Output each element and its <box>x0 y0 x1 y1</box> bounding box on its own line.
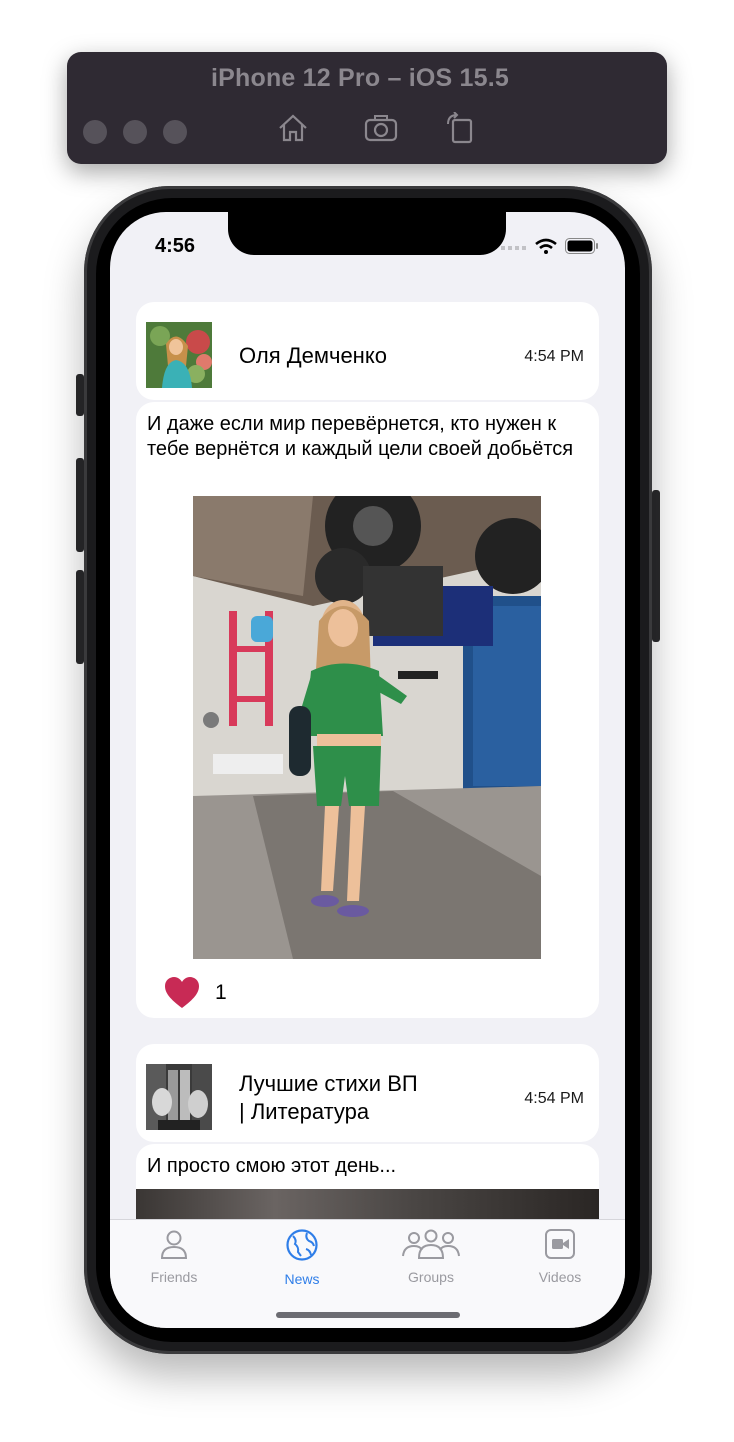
close-window-button[interactable] <box>83 120 107 144</box>
tab-label: Groups <box>408 1269 454 1285</box>
zoom-window-button[interactable] <box>163 120 187 144</box>
post-text: И даже если мир перевёрнется, кто нужен … <box>147 413 574 460</box>
video-icon <box>545 1229 575 1259</box>
silent-switch <box>76 374 84 416</box>
globe-icon <box>286 1229 318 1261</box>
post-time: 4:54 PM <box>524 1090 584 1107</box>
notch <box>228 212 506 255</box>
tab-bar: Friends News Groups Videos <box>110 1219 625 1328</box>
tab-label: Videos <box>538 1269 582 1285</box>
person-icon <box>160 1230 188 1259</box>
simulator-title: iPhone 12 Pro – iOS 15.5 <box>211 64 509 92</box>
heart-like-icon[interactable] <box>164 976 200 1010</box>
tab-news[interactable]: News <box>252 1228 352 1287</box>
volume-down-button <box>76 570 84 664</box>
author-avatar[interactable] <box>146 322 212 388</box>
groups-icon <box>402 1229 460 1259</box>
post-time: 4:54 PM <box>524 348 584 365</box>
post-text: И просто смою этот день... <box>147 1155 397 1177</box>
tab-label: News <box>284 1271 320 1287</box>
power-button <box>652 490 660 642</box>
tab-groups[interactable]: Groups <box>381 1228 481 1285</box>
post-photo[interactable] <box>193 496 541 959</box>
rotate-device-icon[interactable] <box>444 112 478 144</box>
screenshot-camera-icon[interactable] <box>364 112 398 144</box>
author-name[interactable]: Лучшие стихи ВП | Литература <box>239 1070 418 1126</box>
cellular-signal-icon <box>501 246 526 250</box>
home-indicator[interactable] <box>276 1312 460 1318</box>
battery-icon <box>565 238 598 254</box>
like-count: 1 <box>215 981 227 1004</box>
volume-up-button <box>76 458 84 552</box>
status-time: 4:56 <box>155 235 196 257</box>
post-header[interactable]: Лучшие стихи ВП | Литература 4:54 PM <box>136 1044 599 1142</box>
wifi-icon <box>535 238 557 254</box>
home-icon[interactable] <box>276 112 310 144</box>
tab-videos[interactable]: Videos <box>510 1228 610 1285</box>
status-indicators <box>501 238 599 254</box>
minimize-window-button[interactable] <box>123 120 147 144</box>
phone-screen: 4:56 Оля Демченко 4:54 PM И даже если ми… <box>110 212 625 1328</box>
post-body: И даже если мир перевёрнется, кто нужен … <box>136 402 599 1018</box>
post-header[interactable]: Оля Демченко 4:54 PM <box>136 302 599 400</box>
tab-label: Friends <box>150 1269 198 1285</box>
tab-friends[interactable]: Friends <box>124 1228 224 1285</box>
author-avatar[interactable] <box>146 1064 212 1130</box>
author-name[interactable]: Оля Демченко <box>239 342 387 370</box>
